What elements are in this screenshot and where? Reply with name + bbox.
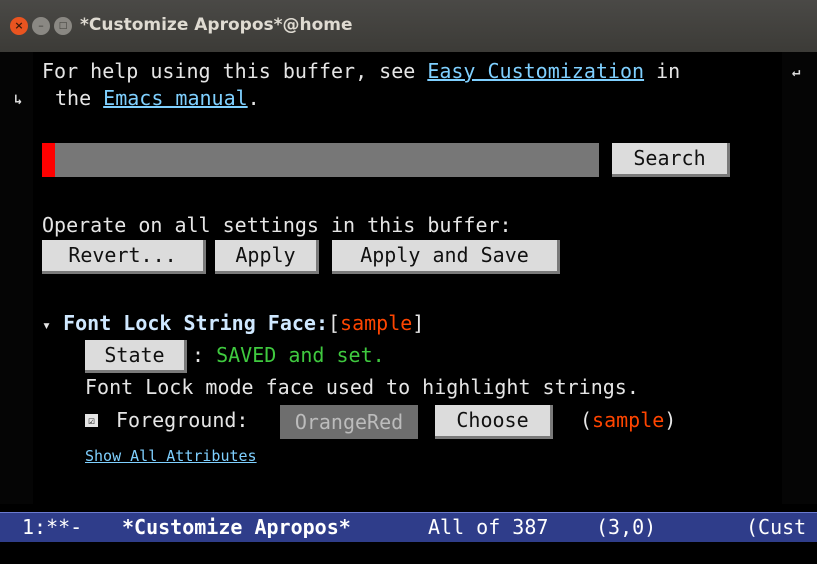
apply-and-save-button[interactable]: Apply and Save (332, 240, 560, 274)
modeline-buffer-name: *Customize Apropos* (122, 515, 351, 539)
modeline-cursor-position: (3,0) (596, 515, 657, 539)
modeline-status: 1:**- (22, 515, 83, 539)
foreground-label: Foreground: (116, 408, 249, 432)
face-name-link[interactable]: Font Lock String Face (63, 311, 316, 335)
foreground-checkbox[interactable]: ☑ (85, 414, 98, 427)
minibuffer[interactable] (0, 542, 817, 564)
right-fringe: ↵ (782, 52, 817, 504)
choose-button[interactable]: Choose (435, 405, 553, 439)
modeline-mode: (Cust (746, 515, 807, 539)
close-icon[interactable]: × (10, 17, 28, 35)
window-title: *Customize Apropos*@home (80, 15, 353, 35)
left-fringe: ↳ (0, 52, 33, 504)
face-heading: ▾ Font Lock String Face:[sample] (42, 310, 424, 339)
modeline-position: All of 387 (428, 515, 549, 539)
continuation-left-icon: ↳ (14, 92, 23, 108)
state-separator: : (192, 343, 205, 367)
text-cursor (42, 143, 55, 177)
foreground-sample-text: sample (592, 408, 665, 432)
help-text: For help using this buffer, see (42, 59, 428, 83)
help-line-2: the Emacs manual. (55, 85, 260, 112)
face-description: Font Lock mode face used to highlight st… (85, 375, 639, 399)
face-colon: : (315, 311, 328, 335)
face-sample: sample (340, 311, 413, 335)
help-line-1: For help using this buffer, see Easy Cus… (42, 58, 680, 85)
help-text: . (247, 86, 260, 110)
emacs-manual-link[interactable]: Emacs manual (103, 86, 248, 110)
mode-line: 1:**- *Customize Apropos* All of 387 (3,… (0, 512, 817, 543)
foreground-sample: (sample) (580, 407, 676, 434)
minimize-icon[interactable]: – (32, 17, 50, 35)
show-all-attributes-link[interactable]: Show All Attributes (85, 447, 257, 465)
paren-close: ) (664, 408, 677, 432)
help-text: the (55, 86, 104, 110)
operate-label: Operate on all settings in this buffer: (42, 213, 512, 237)
apply-button[interactable]: Apply (215, 240, 319, 274)
continuation-right-icon: ↵ (792, 64, 801, 80)
state-text: SAVED and set. (216, 343, 385, 367)
state-button[interactable]: State (85, 340, 187, 373)
foreground-value-field[interactable]: OrangeRed (280, 405, 418, 439)
search-button[interactable]: Search (612, 143, 730, 177)
title-bar: × – □ *Customize Apropos*@home (0, 0, 817, 52)
help-text: in (644, 59, 681, 83)
state-line: : SAVED and set. (192, 342, 385, 369)
revert-button[interactable]: Revert... (42, 240, 206, 274)
bracket-open: [ (328, 311, 341, 335)
paren-open: ( (580, 408, 593, 432)
easy-customization-link[interactable]: Easy Customization (427, 59, 644, 83)
search-input[interactable] (42, 143, 599, 177)
expand-triangle-icon[interactable]: ▾ (42, 316, 51, 334)
maximize-icon[interactable]: □ (54, 17, 72, 35)
bracket-close: ] (412, 311, 425, 335)
